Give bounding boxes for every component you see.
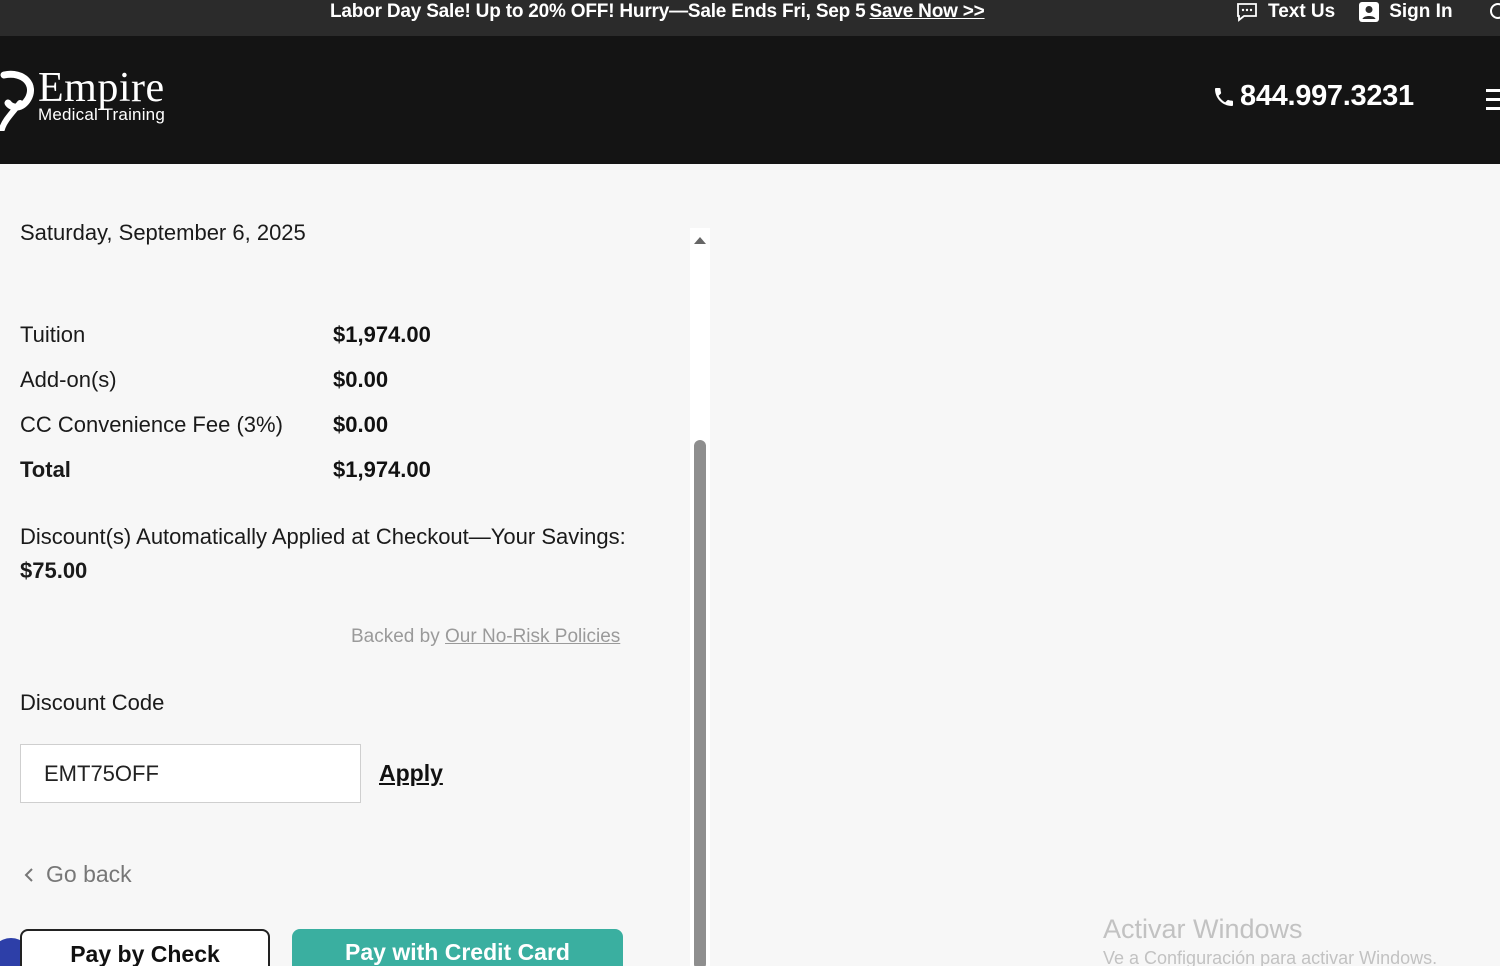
- logo-mark-icon: [0, 70, 34, 131]
- save-now-link[interactable]: Save Now >>: [870, 1, 985, 22]
- promo-actions: Text Us Sign In: [1236, 0, 1477, 24]
- menu-icon[interactable]: [1486, 89, 1500, 116]
- sign-in-label: Sign In: [1389, 1, 1453, 22]
- cc-fee-label: CC Convenience Fee (3%): [20, 412, 283, 437]
- addons-label: Add-on(s): [20, 367, 117, 392]
- backed-prefix: Backed by: [351, 626, 440, 647]
- checkout-panel: Saturday, September 6, 2025 Tuition $1,9…: [0, 164, 710, 966]
- discount-code-input[interactable]: [20, 744, 361, 803]
- apply-button[interactable]: Apply: [379, 760, 443, 787]
- windows-activation-watermark: Activar Windows Ve a Configuración para …: [1103, 912, 1437, 966]
- logo[interactable]: Empire Medical Training: [0, 67, 165, 131]
- phone-link[interactable]: 844.997.3231: [1212, 80, 1414, 113]
- watermark-title: Activar Windows: [1103, 914, 1303, 944]
- scrollbar-thumb[interactable]: [694, 440, 706, 966]
- discount-note: Discount(s) Automatically Applied at Che…: [20, 520, 660, 588]
- logo-text: Empire Medical Training: [38, 67, 165, 123]
- go-back-label: Go back: [46, 861, 132, 887]
- text-us-label: Text Us: [1268, 1, 1336, 22]
- promo-message: Labor Day Sale! Up to 20% OFF! Hurry—Sal…: [330, 1, 866, 22]
- watermark-subtitle: Ve a Configuración para activar Windows.: [1103, 948, 1438, 966]
- phone-number: 844.997.3231: [1240, 80, 1414, 112]
- addons-value: $0.00: [333, 367, 389, 392]
- scroll-up-arrow-icon[interactable]: [694, 237, 706, 244]
- discount-amount: $75.00: [20, 558, 88, 583]
- user-icon: [1359, 2, 1380, 22]
- class-date: Saturday, September 6, 2025: [20, 220, 306, 245]
- phone-icon: [1215, 87, 1233, 106]
- no-risk-policies-link[interactable]: Our No-Risk Policies: [445, 626, 620, 647]
- discount-note-text: Discount(s) Automatically Applied at Che…: [20, 524, 626, 549]
- tuition-label: Tuition: [20, 322, 86, 347]
- backed-by: Backed by Our No-Risk Policies: [351, 626, 620, 648]
- discount-code-label: Discount Code: [20, 690, 165, 715]
- go-back-button[interactable]: Go back: [24, 861, 132, 888]
- logo-main-text: Empire: [38, 65, 165, 111]
- sign-in-button[interactable]: Sign In: [1359, 1, 1453, 23]
- chevron-left-icon: [24, 867, 33, 882]
- logo-sub-text: Medical Training: [38, 105, 165, 124]
- search-icon[interactable]: [1488, 2, 1500, 22]
- total-label: Total: [20, 457, 71, 482]
- promo-bar: Labor Day Sale! Up to 20% OFF! Hurry—Sal…: [0, 0, 1500, 36]
- pay-by-check-button[interactable]: Pay by Check: [20, 929, 270, 966]
- pay-with-credit-card-button[interactable]: Pay with Credit Card: [292, 929, 623, 966]
- tuition-value: $1,974.00: [333, 322, 431, 347]
- promo-text-wrap: Labor Day Sale! Up to 20% OFF! Hurry—Sal…: [330, 0, 985, 24]
- total-value: $1,974.00: [333, 457, 431, 482]
- cc-fee-value: $0.00: [333, 412, 389, 437]
- text-us-button[interactable]: Text Us: [1236, 1, 1335, 23]
- chat-icon: [1237, 3, 1257, 22]
- site-header: Empire Medical Training 844.997.3231: [0, 36, 1500, 164]
